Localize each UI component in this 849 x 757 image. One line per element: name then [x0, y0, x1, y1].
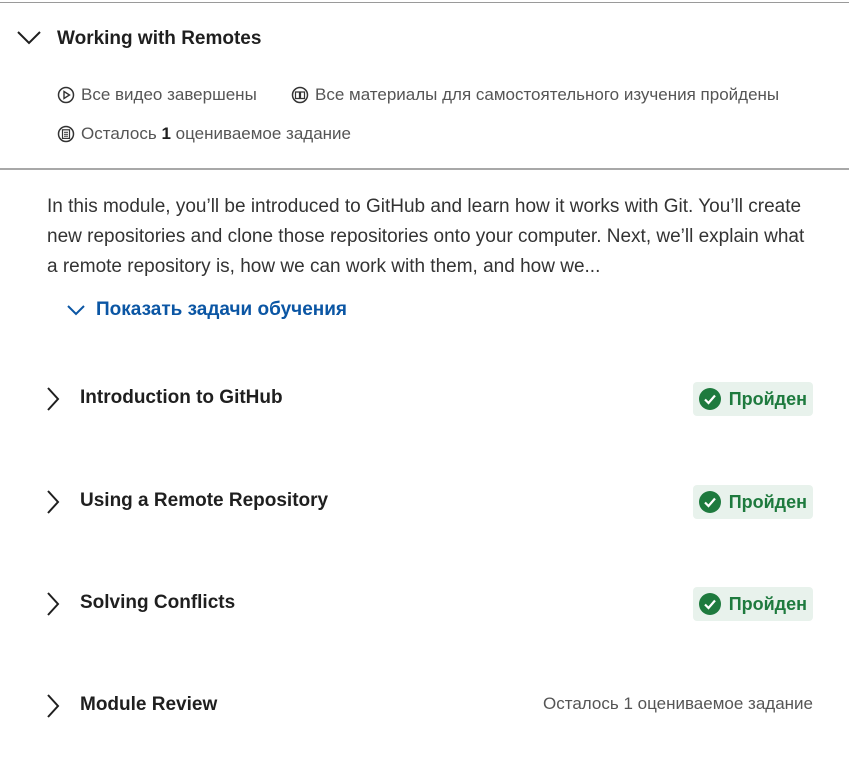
readings-status-text: Все материалы для самостоятельного изуче…: [315, 85, 780, 104]
check-circle-icon: [698, 491, 721, 513]
lesson-title: Using a Remote Repository: [80, 490, 329, 511]
remaining-assignment-note: Осталось 1 оцениваемое задание: [543, 694, 813, 713]
lesson-title: Solving Conflicts: [80, 592, 236, 613]
module-title: Working with Remotes: [57, 28, 262, 49]
module-header-toggle[interactable]: Working with Remotes: [0, 20, 849, 60]
module-description: In this module, you’ll be introduced to …: [47, 196, 805, 277]
chevron-down-icon: [67, 305, 85, 316]
section-divider: [0, 168, 849, 170]
lesson-title: Module Review: [80, 694, 218, 715]
assignments-remaining-count: 1: [161, 124, 171, 143]
lesson-row-module-review[interactable]: Module Review Осталось 1 оцениваемое зад…: [0, 686, 849, 726]
chevron-right-icon: [47, 490, 60, 514]
lesson-row-introduction-to-github[interactable]: Introduction to GitHub Пройден: [0, 379, 849, 419]
assignments-status-suffix: оцениваемое задание: [175, 124, 352, 143]
completed-badge-label: Пройден: [728, 593, 807, 614]
completed-badge-label: Пройден: [728, 491, 807, 512]
readings-status: Все материалы для самостоятельного изуче…: [291, 85, 779, 105]
chevron-right-icon: [47, 387, 60, 411]
chevron-right-icon: [47, 694, 60, 718]
chevron-right-icon: [47, 592, 60, 616]
assignments-status: Осталось 1 оцениваемое задание: [57, 124, 351, 144]
book-icon: [291, 86, 309, 104]
completed-badge: Пройден: [692, 587, 813, 621]
show-learning-objectives-label: Показать задачи обучения: [96, 299, 347, 320]
lesson-row-solving-conflicts[interactable]: Solving Conflicts Пройден: [0, 584, 849, 624]
assignments-status-prefix: Осталось: [81, 124, 157, 143]
top-divider: [0, 2, 849, 3]
check-circle-icon: [698, 388, 721, 410]
chevron-down-icon: [17, 31, 41, 45]
completed-badge: Пройден: [692, 382, 813, 416]
check-circle-icon: [698, 593, 721, 615]
play-circle-icon: [57, 86, 75, 104]
show-learning-objectives-button[interactable]: Показать задачи обучения: [66, 296, 347, 324]
lesson-title: Introduction to GitHub: [80, 387, 283, 408]
completed-badge: Пройден: [692, 485, 813, 519]
videos-status: Все видео завершены: [57, 85, 257, 105]
completed-badge-label: Пройден: [728, 388, 807, 409]
videos-status-text: Все видео завершены: [81, 85, 257, 104]
assignment-icon: [57, 125, 75, 143]
lesson-row-using-a-remote-repository[interactable]: Using a Remote Repository Пройден: [0, 482, 849, 522]
